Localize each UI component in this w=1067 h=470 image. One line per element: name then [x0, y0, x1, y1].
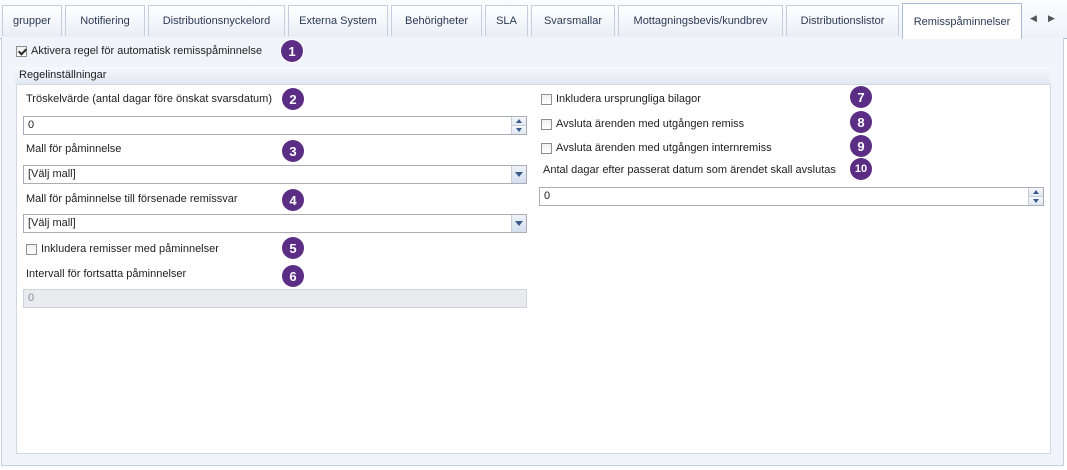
- tab-svarsmallar[interactable]: Svarsmallar: [531, 5, 615, 36]
- include-attachments-checkbox[interactable]: [541, 94, 552, 105]
- tab-sla[interactable]: SLA: [485, 5, 528, 36]
- interval-label: Intervall för fortsatta påminnelser: [26, 268, 187, 280]
- tab-bar: grupper Notifiering Distributionsnyckelo…: [0, 0, 1067, 39]
- close-expired-checkbox[interactable]: [541, 119, 552, 130]
- threshold-stepper[interactable]: 0: [23, 116, 527, 135]
- reminder-template-select[interactable]: [Välj mall]: [23, 165, 527, 184]
- include-reminders-checkbox[interactable]: [26, 244, 37, 255]
- late-template-value: [Välj mall]: [28, 217, 76, 229]
- threshold-value: 0: [28, 119, 35, 131]
- callout-badge-9: 9: [850, 135, 872, 157]
- tab-notifiering[interactable]: Notifiering: [65, 5, 145, 36]
- days-after-label: Antal dagar efter passerat datum som äre…: [543, 164, 836, 176]
- close-internal-label: Avsluta ärenden med utgången internremis…: [556, 142, 772, 154]
- tab-grupper[interactable]: grupper: [2, 5, 62, 36]
- late-template-label: Mall för påminnelse till försenade remis…: [26, 193, 238, 205]
- interval-field: 0: [23, 289, 527, 308]
- close-expired-label: Avsluta ärenden med utgången remiss: [556, 118, 745, 130]
- tab-distributionslistor[interactable]: Distributionslistor: [786, 5, 899, 36]
- group-header-regelinstallningar: Regelinställningar: [15, 67, 1050, 84]
- tab-remisspaminnelser[interactable]: Remisspåminnelser: [902, 3, 1022, 39]
- reminder-template-value: [Välj mall]: [28, 168, 76, 180]
- days-after-spin: [1028, 188, 1043, 205]
- tab-mottagningsbevis[interactable]: Mottagningsbevis/kundbrev: [618, 5, 783, 36]
- days-after-stepper[interactable]: 0: [539, 187, 1044, 206]
- tab-behorigheter[interactable]: Behörigheter: [391, 5, 482, 36]
- threshold-label: Tröskelvärde (antal dagar före önskat sv…: [26, 93, 272, 105]
- triangle-left-icon[interactable]: ◀: [1030, 13, 1037, 24]
- callout-badge-7: 7: [850, 86, 872, 108]
- interval-value: 0: [28, 292, 35, 304]
- tab-distributionsnyckelord[interactable]: Distributionsnyckelord: [148, 5, 285, 36]
- triangle-right-icon[interactable]: ▶: [1048, 13, 1055, 24]
- include-reminders-label: Inkludera remisser med påminnelser: [41, 243, 219, 255]
- callout-badge-5: 5: [282, 237, 304, 259]
- spin-up-icon[interactable]: [512, 117, 526, 126]
- callout-badge-8: 8: [850, 111, 872, 133]
- callout-badge-6: 6: [282, 265, 304, 287]
- callout-badge-10: 10: [850, 158, 872, 180]
- activate-rule-checkbox[interactable]: [16, 46, 27, 57]
- days-after-value: 0: [544, 190, 551, 202]
- spin-up-icon[interactable]: [1029, 188, 1043, 197]
- tab-externa-system[interactable]: Externa System: [288, 5, 388, 36]
- spin-down-icon[interactable]: [512, 126, 526, 134]
- callout-badge-1: 1: [281, 40, 303, 62]
- spin-down-icon[interactable]: [1029, 197, 1043, 205]
- chevron-down-icon[interactable]: [511, 166, 526, 183]
- callout-badge-4: 4: [282, 189, 304, 211]
- callout-badge-3: 3: [282, 140, 304, 162]
- include-attachments-label: Inkludera ursprungliga bilagor: [556, 93, 701, 105]
- close-internal-checkbox[interactable]: [541, 143, 552, 154]
- threshold-spin: [511, 117, 526, 134]
- chevron-down-icon[interactable]: [511, 215, 526, 232]
- reminder-template-label: Mall för påminnelse: [26, 143, 122, 155]
- callout-badge-2: 2: [282, 88, 304, 110]
- activate-rule-label: Aktivera regel för automatisk remisspåmi…: [31, 45, 263, 57]
- late-template-select[interactable]: [Välj mall]: [23, 214, 527, 233]
